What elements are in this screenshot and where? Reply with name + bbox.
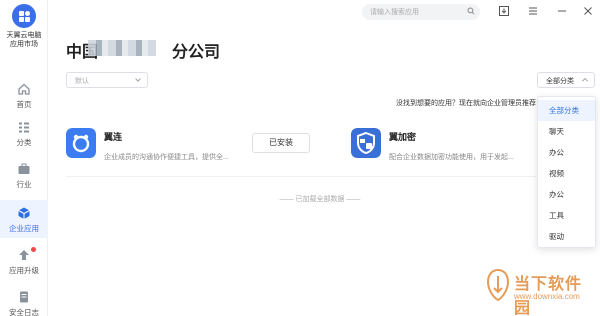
dropdown-option-video[interactable]: 视频 (538, 163, 595, 184)
dropdown-option-all[interactable]: 全部分类 (538, 100, 595, 121)
dropdown-option-drivers[interactable]: 驱动 (538, 226, 595, 247)
sidebar-item-label: 企业应用 (9, 224, 39, 233)
chevron-down-icon (135, 78, 141, 82)
watermark-url: www.downxia.com (514, 292, 580, 301)
dropdown-option-chat[interactable]: 聊天 (538, 121, 595, 142)
installed-button[interactable]: 已安装 (252, 133, 310, 153)
cube-icon (18, 207, 30, 219)
app-window: 天翼云电脑 应用市场 首页 分类 行业 企业应用 应用升级 安全日志 请输入搜索… (0, 0, 600, 316)
sidebar-item-app-upgrade[interactable]: 应用升级 (0, 242, 48, 280)
app-name: 翼加密 (389, 132, 417, 142)
upgrade-arrow-icon (19, 250, 29, 260)
sidebar-item-label: 行业 (16, 180, 32, 189)
category-dropdown: 全部分类 聊天 办公 视频 办公 工具 驱动 (537, 96, 596, 248)
sidebar-item-label: 安全日志 (9, 308, 39, 316)
sidebar-item-enterprise-apps[interactable]: 企业应用 (0, 200, 48, 238)
search-placeholder: 请输入搜索应用 (370, 9, 419, 16)
sidebar-item-label: 首页 (16, 100, 32, 109)
all-loaded-text: —— 已加载全部数据 —— (279, 196, 361, 203)
watermark-logo-icon (486, 268, 510, 302)
minimize-icon[interactable] (556, 5, 568, 17)
page-title-right: 分公司 (172, 44, 221, 61)
brand: 天翼云电脑 应用市场 (0, 4, 48, 49)
brand-name-line1: 天翼云电脑 (6, 32, 42, 39)
search-icon[interactable] (467, 7, 475, 15)
dropdown-option-office-2[interactable]: 办公 (538, 184, 595, 205)
sidebar-item-category[interactable]: 分类 (0, 114, 48, 152)
sort-select[interactable]: 默认 (66, 72, 148, 88)
app-name: 翼连 (104, 132, 123, 142)
title-redaction-blur (88, 40, 156, 56)
app-description: 配合企业数据加密功能使用，用于发起... (389, 154, 514, 161)
download-manager-icon[interactable] (498, 5, 510, 17)
update-badge (31, 247, 36, 252)
search-input[interactable]: 请输入搜索应用 (362, 4, 480, 20)
close-icon[interactable] (582, 5, 594, 17)
dropdown-option-tools[interactable]: 工具 (538, 205, 595, 226)
home-icon (18, 83, 30, 95)
recommend-hint-link[interactable]: 没找到想要的应用？现在就向企业管理员推荐 (396, 98, 536, 108)
dropdown-option-office[interactable]: 办公 (538, 142, 595, 163)
chevron-up-icon (582, 77, 588, 82)
category-select[interactable]: 全部分类 (537, 72, 595, 88)
category-icon (19, 122, 29, 133)
menu-icon[interactable] (527, 5, 539, 17)
category-select-value: 全部分类 (546, 78, 574, 85)
sidebar-item-home[interactable]: 首页 (0, 76, 48, 114)
yilian-app-icon (66, 128, 96, 158)
briefcase-icon (18, 163, 30, 174)
yijiami-shield-icon (351, 128, 381, 158)
brand-logo-icon (12, 4, 36, 28)
log-icon (20, 291, 28, 303)
sidebar: 天翼云电脑 应用市场 首页 分类 行业 企业应用 应用升级 安全日志 (0, 0, 48, 316)
divider (66, 176, 536, 177)
sort-select-value: 默认 (75, 78, 89, 85)
sidebar-item-label: 应用升级 (9, 266, 39, 275)
app-description: 企业成员的沟通协作便捷工具，提供全... (104, 154, 229, 161)
brand-name-line2: 应用市场 (10, 41, 38, 48)
watermark: 当下软件园 www.downxia.com (486, 268, 596, 316)
sidebar-item-industry[interactable]: 行业 (0, 156, 48, 194)
sidebar-item-label: 分类 (16, 138, 32, 147)
sidebar-item-security-log[interactable]: 安全日志 (0, 284, 48, 316)
app-card-yijiami[interactable]: 翼加密 配合企业数据加密功能使用，用于发起... (351, 128, 531, 168)
